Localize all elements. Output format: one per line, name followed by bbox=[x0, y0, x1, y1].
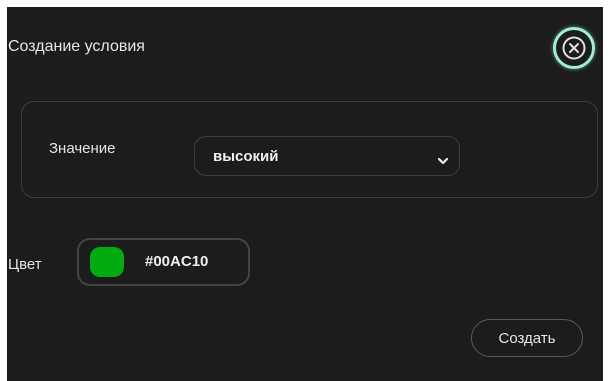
color-label: Цвет bbox=[8, 256, 42, 273]
close-circle-icon bbox=[561, 35, 587, 61]
close-button[interactable] bbox=[553, 27, 595, 69]
value-select[interactable]: высокий bbox=[194, 136, 460, 176]
value-label: Значение bbox=[49, 140, 116, 157]
value-select-current: высокий bbox=[213, 148, 279, 165]
create-button[interactable]: Создать bbox=[471, 319, 583, 357]
color-picker[interactable]: #00AC10 bbox=[77, 238, 250, 286]
chevron-down-icon bbox=[437, 152, 449, 170]
color-hex-value: #00AC10 bbox=[145, 253, 209, 270]
color-swatch[interactable] bbox=[90, 247, 124, 277]
create-condition-dialog: Создание условия Значение высокий Цвет #… bbox=[7, 7, 603, 381]
value-section: Значение высокий bbox=[21, 101, 598, 198]
dialog-title: Создание условия bbox=[8, 38, 145, 55]
